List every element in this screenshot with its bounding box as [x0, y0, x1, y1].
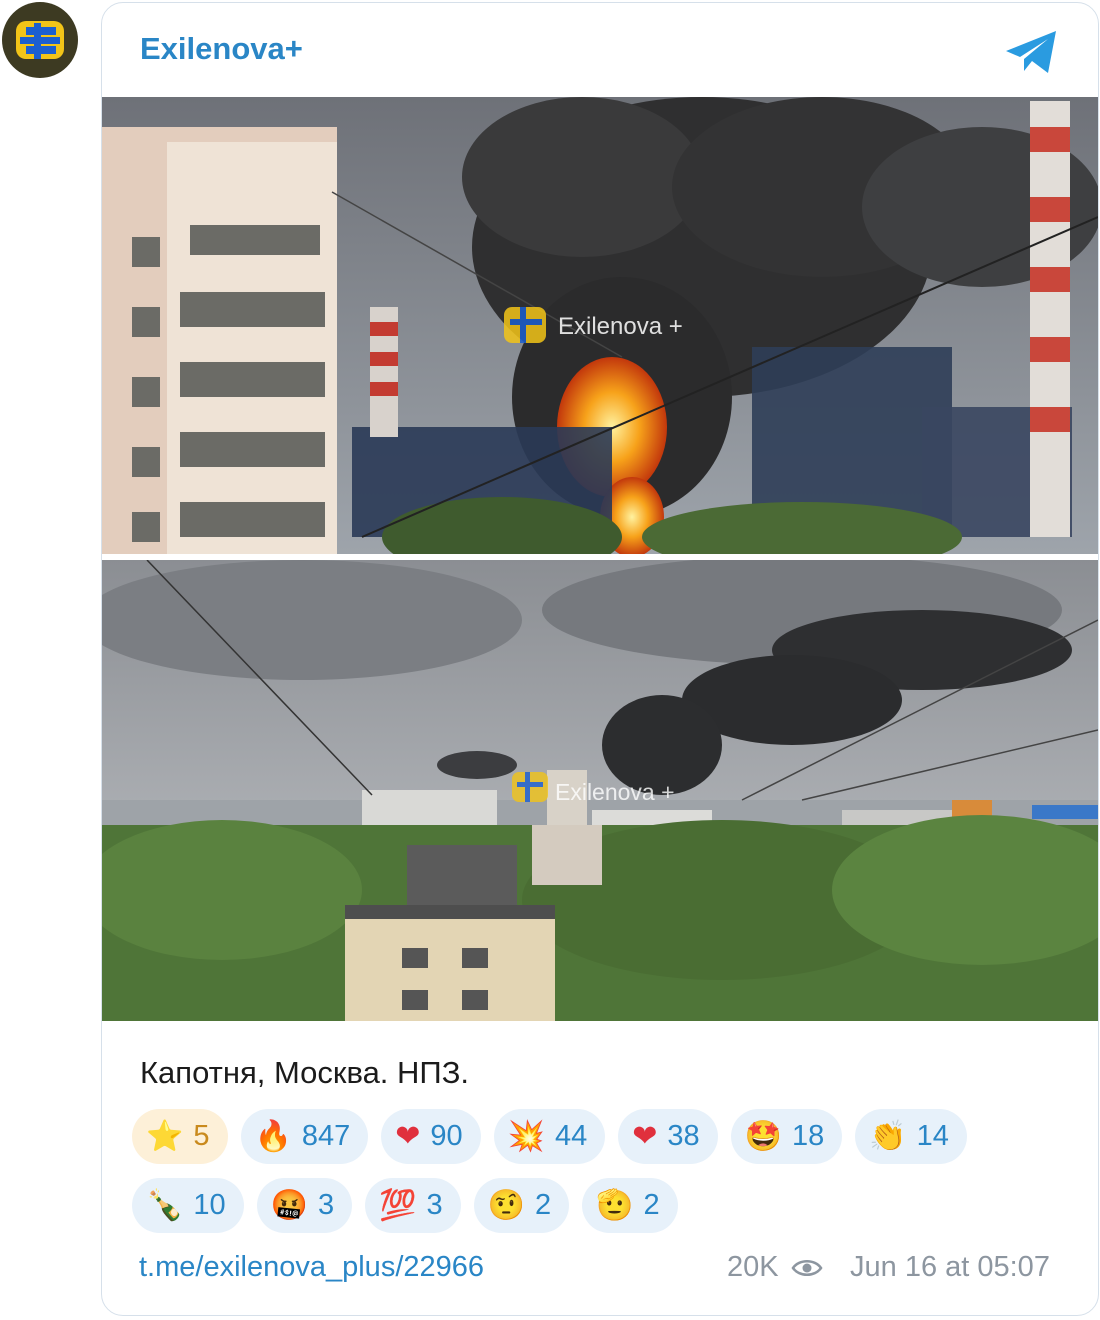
champagne-icon: 🍾 — [146, 1187, 184, 1223]
star-struck-icon: 🤩 — [744, 1118, 783, 1154]
reaction-star-struck[interactable]: 🤩 18 — [730, 1109, 843, 1164]
eye-icon — [791, 1259, 823, 1276]
reaction-raised-eyebrow[interactable]: 🤨 2 — [473, 1178, 570, 1233]
reaction-count: 2 — [643, 1189, 660, 1221]
cursing-face-icon: 🤬 — [270, 1187, 308, 1223]
reaction-salute[interactable]: 🫡 2 — [582, 1178, 678, 1233]
post-link[interactable]: t.me/exilenova_plus/22966 — [139, 1251, 484, 1284]
post-date: Jun 16 at 05:07 — [850, 1251, 1050, 1283]
reaction-count: 5 — [193, 1120, 210, 1152]
reaction-count: 10 — [193, 1189, 226, 1221]
views-counter: 20K — [727, 1251, 823, 1284]
reaction-hundred[interactable]: 💯 3 — [365, 1178, 461, 1233]
heart-on-fire-icon: ❤ — [632, 1118, 658, 1154]
reaction-count: 2 — [534, 1189, 552, 1221]
fire-icon: 🔥 — [254, 1118, 292, 1154]
reaction-heart-on-fire[interactable]: ❤ 38 — [618, 1109, 718, 1164]
reaction-count: 14 — [916, 1120, 949, 1152]
post-photo-panorama[interactable]: Exilenova + — [102, 560, 1098, 1021]
channel-avatar[interactable] — [2, 2, 78, 78]
exilenova-logo-icon — [16, 21, 64, 59]
reaction-star[interactable]: ⭐ 5 — [132, 1109, 228, 1164]
hundred-icon: 💯 — [379, 1187, 417, 1223]
channel-name[interactable]: Exilenova+ — [140, 31, 303, 67]
reaction-clap[interactable]: 👏 14 — [855, 1109, 967, 1164]
reaction-champagne[interactable]: 🍾 10 — [132, 1178, 244, 1233]
reaction-count: 3 — [317, 1189, 335, 1221]
reaction-explosion[interactable]: 💥 44 — [493, 1109, 606, 1164]
raised-eyebrow-icon: 🤨 — [487, 1187, 525, 1223]
post-caption: Капотня, Москва. НПЗ. — [140, 1055, 470, 1090]
views-count: 20K — [727, 1251, 779, 1283]
post-card: Exilenova+ Exilenova + Exilenova + Капот… — [101, 2, 1099, 1316]
salute-icon: 🫡 — [596, 1187, 634, 1223]
reaction-fire[interactable]: 🔥 847 — [240, 1109, 369, 1164]
reaction-count: 44 — [555, 1120, 588, 1152]
reaction-count: 38 — [667, 1120, 700, 1152]
reactions-bar: ⭐ 5 🔥 847 ❤ 90 💥 44 ❤ 38 🤩 18 👏 14 🍾 10 🤬 3 💯 3 🤨 2… — [132, 1109, 1072, 1247]
photo-watermark: Exilenova + — [558, 313, 683, 340]
reaction-count: 847 — [301, 1120, 351, 1152]
reaction-count: 18 — [792, 1120, 825, 1152]
heart-icon: ❤ — [395, 1118, 421, 1154]
reaction-count: 3 — [426, 1189, 443, 1221]
reaction-cursing[interactable]: 🤬 3 — [256, 1178, 353, 1233]
clap-icon: 👏 — [869, 1118, 907, 1154]
reaction-count: 90 — [430, 1120, 463, 1152]
post-photo-fire[interactable]: Exilenova + — [102, 97, 1098, 554]
star-icon: ⭐ — [146, 1118, 184, 1154]
reaction-heart[interactable]: ❤ 90 — [381, 1109, 481, 1164]
photo-watermark: Exilenova + — [555, 779, 675, 805]
telegram-icon[interactable] — [1002, 27, 1062, 82]
explosion-icon: 💥 — [507, 1118, 546, 1154]
